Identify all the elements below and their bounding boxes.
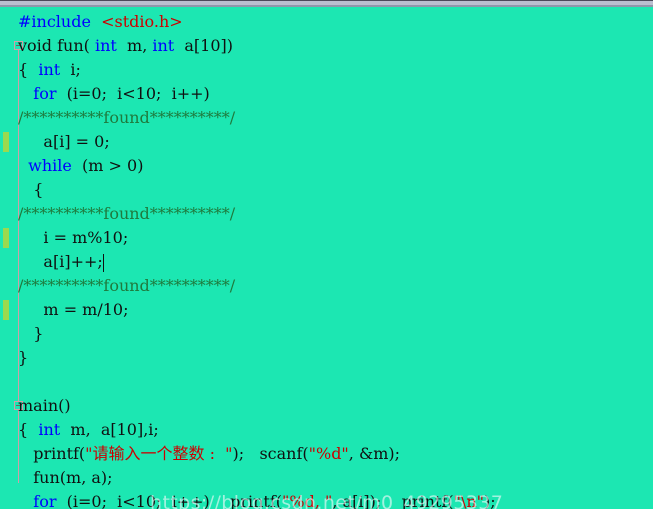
code-token-str: "%d, " — [282, 492, 333, 509]
code-line[interactable]: { — [0, 178, 43, 202]
code-line[interactable]: } — [0, 346, 28, 370]
code-token-kw: int — [152, 36, 175, 55]
code-token-txt: (i=0; i<10; i++) printf( — [56, 492, 283, 509]
code-line[interactable]: /**********found**********/ — [0, 274, 235, 298]
code-line[interactable]: a[i]++; — [0, 250, 104, 274]
code-token-kw: int — [94, 36, 117, 55]
code-token-kw: for — [33, 492, 57, 509]
code-token-txt: a[i] = 0; — [18, 132, 110, 151]
code-token-txt: printf( — [18, 444, 86, 463]
code-token-txt: , &m); — [348, 444, 401, 463]
code-token-str: "%d" — [308, 444, 349, 463]
code-token-txt: ); scanf( — [232, 444, 309, 463]
code-token-kw: while — [28, 156, 72, 175]
code-line[interactable]: i = m%10; — [0, 226, 128, 250]
code-token-pp: #include — [18, 12, 97, 31]
code-line[interactable]: printf("请输入一个整数 : "); scanf("%d", &m); — [0, 442, 400, 466]
code-line[interactable]: void fun( int m, int a[10]) — [0, 34, 233, 58]
code-line[interactable]: { int i; — [0, 58, 81, 82]
code-token-txt: main() — [18, 396, 71, 415]
code-token-kw: int — [38, 420, 61, 439]
code-line[interactable]: /**********found**********/ — [0, 106, 235, 130]
code-token-hdr: <stdio.h> — [96, 12, 183, 31]
code-line[interactable]: a[i] = 0; — [0, 130, 110, 154]
code-token-str: "\n" — [453, 492, 484, 509]
code-token-txt: { — [18, 420, 39, 439]
code-token-txt: a[10]) — [174, 36, 234, 55]
code-line[interactable]: } — [0, 322, 43, 346]
text-caret — [102, 253, 104, 272]
code-token-txt: ); — [483, 492, 496, 509]
code-token-txt: } — [18, 324, 44, 343]
code-token-txt: i = m%10; — [18, 228, 129, 247]
code-token-txt: i; — [60, 60, 81, 79]
code-token-txt: , a[i]); printf( — [332, 492, 454, 509]
code-token-txt: m, — [116, 36, 153, 55]
code-token-txt: void fun( — [18, 36, 95, 55]
editor-window: #include <stdio.h> void fun( int m, int a… — [0, 0, 653, 509]
code-line[interactable]: for (i=0; i<10; i++) — [0, 82, 210, 106]
code-line[interactable]: /**********found**********/ — [0, 202, 235, 226]
code-token-kw: for — [33, 84, 57, 103]
code-token-txt: m = m/10; — [18, 300, 129, 319]
code-line[interactable]: while (m > 0) — [0, 154, 143, 178]
code-line[interactable]: { int m, a[10],i; — [0, 418, 159, 442]
code-line[interactable]: #include <stdio.h> — [0, 10, 183, 34]
code-token-txt: { — [18, 60, 39, 79]
code-line[interactable]: fun(m, a); — [0, 466, 113, 490]
code-token-cmt: /**********found**********/ — [18, 276, 236, 295]
code-editor-surface[interactable]: #include <stdio.h> void fun( int m, int a… — [0, 7, 653, 509]
code-line[interactable]: for (i=0; i<10; i++) printf("%d, ", a[i]… — [0, 490, 496, 509]
code-token-txt: } — [18, 348, 29, 367]
code-token-kw: int — [38, 60, 61, 79]
code-token-txt: (m > 0) — [71, 156, 144, 175]
code-line[interactable]: main() — [0, 394, 71, 418]
code-token-txt: m, a[10],i; — [60, 420, 159, 439]
code-token-cmt: /**********found**********/ — [18, 204, 236, 223]
code-token-txt: (i=0; i<10; i++) — [56, 84, 210, 103]
code-token-str: "请输入一个整数 : " — [85, 444, 233, 463]
code-token-cmt: /**********found**********/ — [18, 108, 236, 127]
code-token-txt: a[i]++; — [18, 252, 103, 271]
code-token-txt: fun(m, a); — [18, 468, 113, 487]
code-token-txt: { — [18, 180, 44, 199]
code-line[interactable]: m = m/10; — [0, 298, 129, 322]
